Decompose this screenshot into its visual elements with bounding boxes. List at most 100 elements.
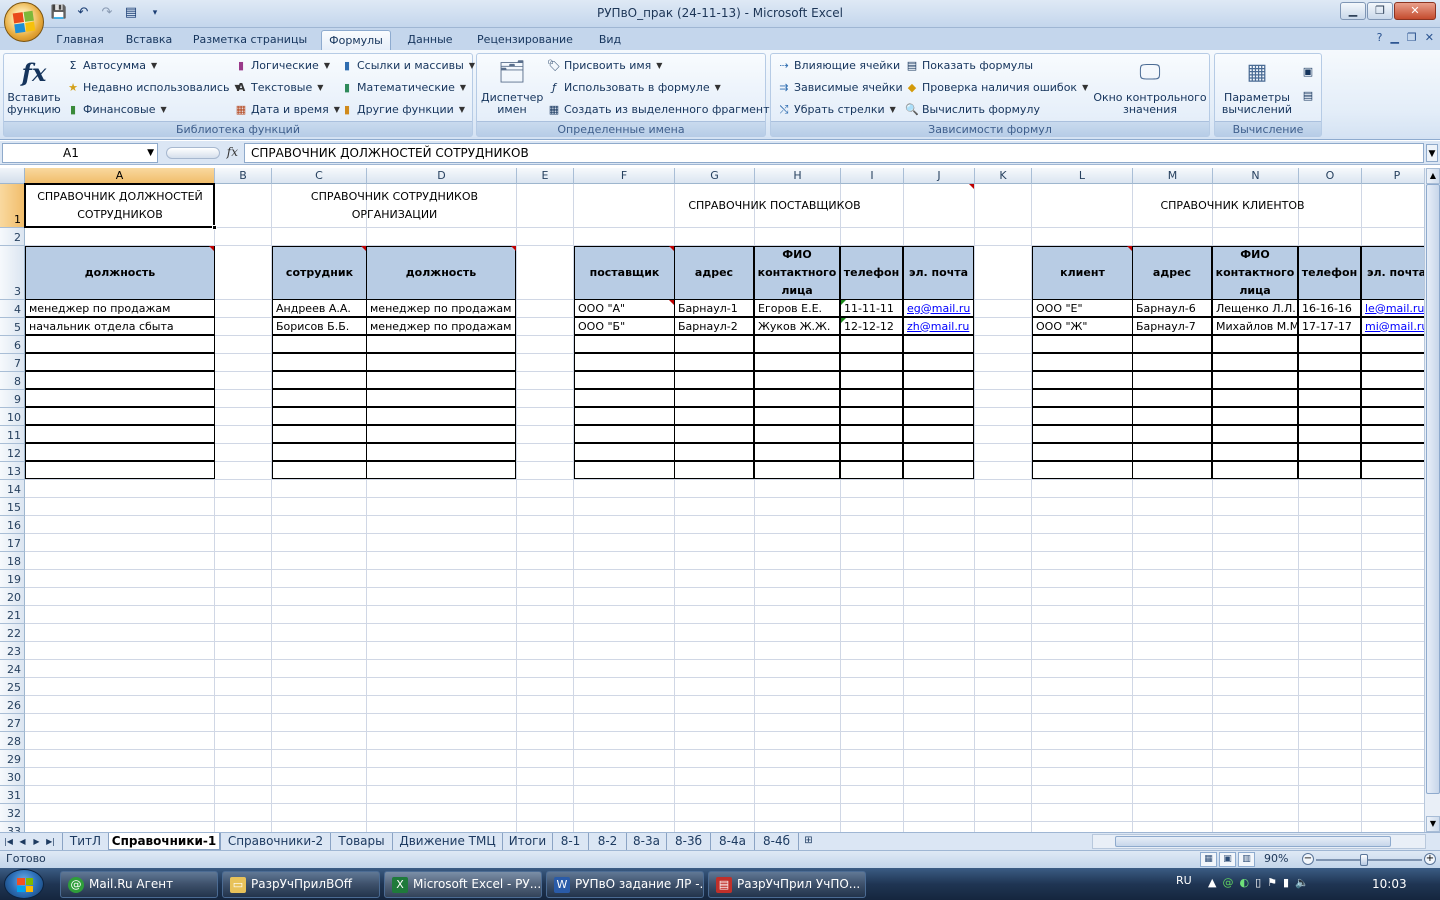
row-header-3[interactable]: 3 [0, 246, 25, 300]
table-cell[interactable] [840, 389, 903, 407]
table-cell[interactable] [272, 443, 367, 461]
sheet-tab[interactable]: Товары [330, 833, 392, 850]
table-cell[interactable] [25, 443, 215, 461]
zoom-level[interactable]: 90% [1264, 852, 1288, 865]
column-header-j[interactable]: J [904, 168, 975, 184]
taskbar-item-pdf[interactable]: ▤ РазрУчПрил УчПО... [708, 871, 866, 898]
table-cell[interactable] [674, 389, 754, 407]
table-cell[interactable]: 12-12-12 [840, 317, 903, 335]
table-cell[interactable] [1032, 461, 1133, 479]
table-cell[interactable]: Михайлов М.М. [1212, 317, 1298, 335]
row-header-18[interactable]: 18 [0, 552, 25, 570]
table-cell[interactable] [1361, 407, 1424, 425]
name-box[interactable]: A1 ▼ [2, 143, 158, 163]
table-cell[interactable]: менеджер по продажам [366, 299, 516, 317]
table-cell[interactable]: Борисов Б.Б. [272, 317, 367, 335]
table-cell[interactable] [25, 389, 215, 407]
column-header-h[interactable]: H [755, 168, 841, 184]
page-break-view-icon[interactable]: ▥ [1238, 852, 1255, 867]
table-cell[interactable] [754, 443, 840, 461]
table-cell[interactable] [674, 353, 754, 371]
table-cell[interactable] [272, 389, 367, 407]
clients-header[interactable]: ФИО контактного лица [1212, 246, 1298, 300]
minimize-icon[interactable]: ▁ [1340, 2, 1366, 20]
table-cell[interactable] [272, 371, 367, 389]
row-header-5[interactable]: 5 [0, 318, 25, 336]
table-cell[interactable]: Барнаул-7 [1132, 317, 1212, 335]
row-header-8[interactable]: 8 [0, 372, 25, 390]
sheet-tab[interactable]: 8-1 [552, 833, 588, 850]
table-cell[interactable] [272, 461, 367, 479]
calc-sheet-button[interactable]: ▤ [1301, 86, 1315, 106]
table-cell[interactable] [674, 335, 754, 353]
formula-bar-resize-handle[interactable] [166, 147, 220, 159]
column-header-l[interactable]: L [1032, 168, 1133, 184]
suppliers-header[interactable]: поставщик [574, 246, 675, 300]
table-cell[interactable]: 16-16-16 [1298, 299, 1361, 317]
last-sheet-icon[interactable]: ▶| [44, 834, 57, 849]
text-button[interactable]: A Текстовые ▼ [234, 78, 324, 98]
table-cell[interactable] [903, 461, 974, 479]
table-cell[interactable] [1361, 371, 1424, 389]
table-cell[interactable] [1212, 461, 1298, 479]
table-cell[interactable]: le@mail.ru [1361, 299, 1424, 317]
table-cell[interactable]: ООО "А" [574, 299, 675, 317]
clients-header[interactable]: клиент [1032, 246, 1133, 300]
first-sheet-icon[interactable]: |◀ [2, 834, 15, 849]
clients-header[interactable]: телефон [1298, 246, 1361, 300]
table-cell[interactable]: Андреев А.А. [272, 299, 367, 317]
table-cell[interactable] [1032, 407, 1133, 425]
row-header-12[interactable]: 12 [0, 444, 25, 462]
recent-functions-button[interactable]: ★ Недавно использовались ▼ [66, 78, 241, 98]
table-cell[interactable] [1361, 461, 1424, 479]
table-cell[interactable] [1212, 425, 1298, 443]
table-cell[interactable] [1298, 425, 1361, 443]
taskbar-item-folder[interactable]: ▭ РазрУчПрилВOff [222, 871, 380, 898]
show-formulas-button[interactable]: ▤ Показать формулы [905, 56, 1033, 76]
table-cell[interactable]: Барнаул-2 [674, 317, 754, 335]
column-header-a[interactable]: A [25, 168, 215, 184]
table-cell[interactable] [754, 407, 840, 425]
row-header-17[interactable]: 17 [0, 534, 25, 552]
suppliers-header[interactable]: адрес [674, 246, 754, 300]
row-header-14[interactable]: 14 [0, 480, 25, 498]
row-header-4[interactable]: 4 [0, 300, 25, 318]
row-header-6[interactable]: 6 [0, 336, 25, 354]
table-cell[interactable] [366, 461, 516, 479]
table-cell[interactable]: Лещенко Л.Л. [1212, 299, 1298, 317]
table-cell[interactable] [840, 407, 903, 425]
column-header-g[interactable]: G [675, 168, 755, 184]
table-cell[interactable] [754, 425, 840, 443]
mail-agent-tray-icon[interactable]: @ [1222, 876, 1233, 889]
column-header-o[interactable]: O [1299, 168, 1362, 184]
insert-function-icon[interactable]: fx [227, 145, 238, 159]
sheet-tab[interactable]: Справочники-2 [220, 833, 330, 850]
table-cell[interactable] [25, 407, 215, 425]
table-cell[interactable]: mi@mail.ru [1361, 317, 1424, 335]
title-suppliers[interactable]: СПРАВОЧНИК ПОСТАВЩИКОВ [574, 184, 975, 228]
row-header-7[interactable]: 7 [0, 354, 25, 372]
sheet-tab[interactable]: 8-4а [710, 833, 754, 850]
zoom-knob[interactable] [1360, 854, 1369, 866]
table-cell[interactable] [1132, 389, 1212, 407]
row-header-28[interactable]: 28 [0, 732, 25, 750]
table-cell[interactable] [1212, 335, 1298, 353]
close-icon[interactable]: ✕ [1394, 2, 1436, 20]
table-cell[interactable] [1361, 425, 1424, 443]
table-cell[interactable] [903, 371, 974, 389]
table-cell[interactable] [366, 371, 516, 389]
restore-doc-icon[interactable]: ❐ [1407, 31, 1417, 44]
employees-header[interactable]: сотрудник [272, 246, 367, 300]
table-cell[interactable] [1298, 371, 1361, 389]
trace-precedents-button[interactable]: ⇢ Влияющие ячейки [777, 56, 900, 76]
table-cell[interactable]: менеджер по продажам [366, 317, 516, 335]
table-cell[interactable]: eg@mail.ru [903, 299, 974, 317]
table-cell[interactable] [754, 461, 840, 479]
row-header-25[interactable]: 25 [0, 678, 25, 696]
table-cell[interactable] [1212, 443, 1298, 461]
table-cell[interactable] [840, 335, 903, 353]
table-cell[interactable] [1212, 353, 1298, 371]
insert-sheet-icon[interactable]: ⊞ [798, 833, 818, 850]
row-header-13[interactable]: 13 [0, 462, 25, 480]
lookup-button[interactable]: ▮ Ссылки и массивы ▼ [340, 56, 475, 76]
